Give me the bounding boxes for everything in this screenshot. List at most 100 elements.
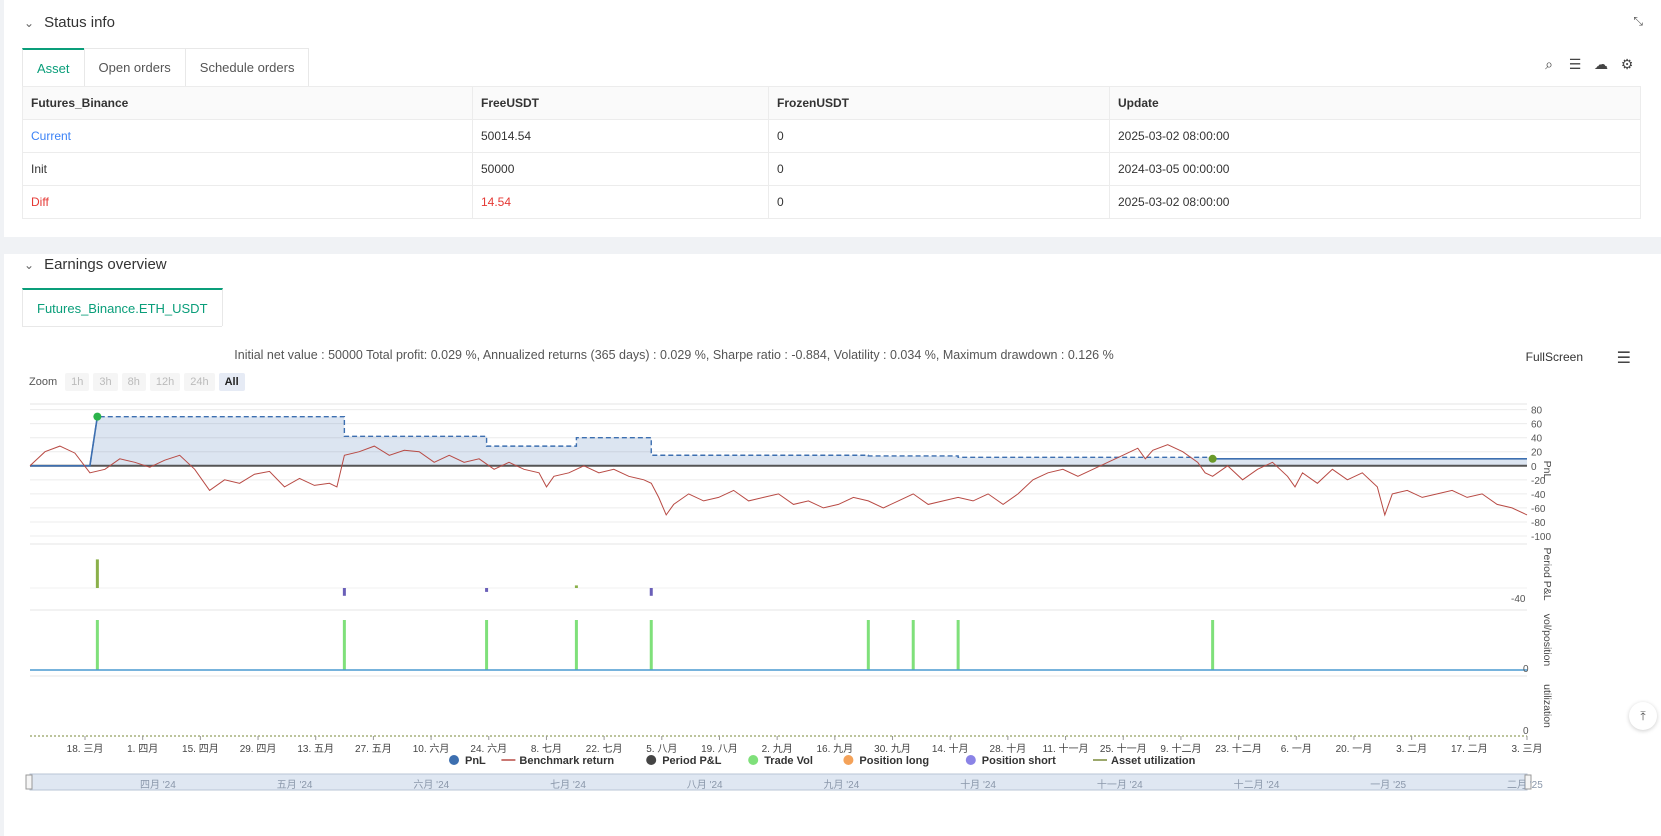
cell: 50014.54 xyxy=(472,119,769,153)
table-row: Init 50000 0 2024-03-05 00:00:00 xyxy=(22,152,1641,186)
trade-vol-bar xyxy=(485,620,489,670)
tab-schedule-orders[interactable]: Schedule orders xyxy=(184,48,310,86)
status-header[interactable]: ⌄ Status info xyxy=(24,14,115,31)
table-row: Current 50014.54 0 2025-03-02 08:00:00 xyxy=(22,119,1641,153)
cell: 2024-03-05 00:00:00 xyxy=(1109,152,1641,186)
legend-item[interactable]: Position short xyxy=(982,755,1056,767)
trade-marker xyxy=(93,412,102,421)
cell: 0 xyxy=(768,185,1110,219)
table-row: Diff 14.54 0 2025-03-02 08:00:00 xyxy=(22,185,1641,219)
x-tick-label: 3. 二月 xyxy=(1396,743,1427,755)
legend-item[interactable]: Position long xyxy=(859,755,929,767)
trade-vol-bar xyxy=(956,620,960,670)
row-label-current[interactable]: Current xyxy=(22,119,473,153)
legend-item[interactable]: Trade Vol xyxy=(764,755,813,767)
chevron-down-icon[interactable]: ⌄ xyxy=(24,16,34,30)
legend-item[interactable]: Period P&L xyxy=(662,755,722,767)
asset-table: Futures_Binance FreeUSDT FrozenUSDT Upda… xyxy=(22,86,1641,219)
navigator-tick: 四月 '24 xyxy=(140,779,176,791)
util-y-tick: 0 xyxy=(1523,726,1529,737)
y-tick-label: -80 xyxy=(1531,518,1546,529)
x-tick-label: 15. 四月 xyxy=(182,743,219,755)
x-tick-label: 25. 十一月 xyxy=(1100,742,1147,755)
period-pnl-bar xyxy=(342,588,346,596)
row-label-init: Init xyxy=(22,152,473,186)
x-tick-label: 24. 六月 xyxy=(470,743,507,755)
x-tick-label: 18. 三月 xyxy=(67,743,104,755)
x-tick-label: 17. 二月 xyxy=(1451,743,1488,755)
legend-symbol xyxy=(748,755,759,765)
cell: 0 xyxy=(768,119,1110,153)
vol-y-tick: 0 xyxy=(1523,664,1529,675)
x-tick-label: 9. 十二月 xyxy=(1160,742,1201,755)
legend-symbol xyxy=(965,755,976,765)
earnings-panel: ⌄ Earnings overview Futures_Binance.ETH_… xyxy=(4,254,1661,836)
x-tick-label: 22. 七月 xyxy=(586,743,623,755)
legend-symbol xyxy=(449,755,459,765)
navigator-tick: 五月 '24 xyxy=(277,779,313,791)
x-tick-label: 2. 九月 xyxy=(762,743,793,755)
navigator-handle-left xyxy=(25,774,33,790)
y-tick-label: 20 xyxy=(1531,448,1543,459)
cell: 50000 xyxy=(472,152,769,186)
x-tick-label: 11. 十一月 xyxy=(1043,742,1089,755)
cell: 2025-03-02 08:00:00 xyxy=(1109,185,1641,219)
y-tick-label: -60 xyxy=(1531,504,1546,515)
gear-icon[interactable]: ⚙ xyxy=(1619,56,1635,72)
x-tick-label: 5. 八月 xyxy=(646,743,677,755)
legend-symbol xyxy=(843,755,854,765)
navigator-tick: 七月 '24 xyxy=(550,779,586,791)
trade-vol-bar xyxy=(1211,620,1215,670)
period-pnl-bar xyxy=(95,559,99,588)
period-pnl-bar xyxy=(649,588,653,596)
x-tick-label: 13. 五月 xyxy=(297,743,334,755)
legend-item[interactable]: PnL xyxy=(465,755,486,767)
col-header: Futures_Binance xyxy=(22,86,473,120)
x-tick-label: 19. 八月 xyxy=(701,743,738,755)
trade-vol-bar xyxy=(342,620,346,670)
x-tick-label: 1. 四月 xyxy=(127,743,158,755)
expand-icon[interactable]: ⤡ xyxy=(1633,14,1643,29)
y-tick-label: 40 xyxy=(1531,434,1543,445)
x-tick-label: 20. 一月 xyxy=(1336,743,1373,755)
cell: 14.54 xyxy=(472,185,769,219)
navigator-tick: 九月 '24 xyxy=(824,779,860,791)
navigator-tick: 十二月 '24 xyxy=(1234,778,1280,791)
x-tick-label: 6. 一月 xyxy=(1281,743,1312,755)
navigator-tick: 八月 '24 xyxy=(687,779,723,791)
list-icon[interactable]: ☰ xyxy=(1567,56,1583,72)
trade-vol-bar xyxy=(95,620,99,670)
y-tick-label: -40 xyxy=(1531,490,1546,501)
x-tick-label: 16. 九月 xyxy=(816,743,853,755)
navigator-tick: 一月 '25 xyxy=(1370,779,1406,791)
trade-marker xyxy=(1208,454,1217,463)
y-axis-title: utilization xyxy=(1541,684,1553,728)
search-icon[interactable]: ⌕ xyxy=(1541,56,1557,72)
legend-symbol xyxy=(646,755,657,765)
y-tick-label: -100 xyxy=(1531,532,1551,543)
earnings-chart: 806040200-20-40-60-80-100PnLPeriod P&Lvo… xyxy=(25,403,1553,791)
cell: 2025-03-02 08:00:00 xyxy=(1109,119,1641,153)
y-tick-label: 60 xyxy=(1531,420,1543,431)
trade-vol-bar xyxy=(649,620,653,670)
y-tick-label: 0 xyxy=(1531,462,1537,473)
cloud-download-icon[interactable]: ☁ xyxy=(1593,56,1609,72)
y-axis-title: vol/position xyxy=(1541,614,1553,667)
legend-item[interactable]: Asset utilization xyxy=(1111,755,1196,767)
trade-vol-bar xyxy=(911,620,915,670)
trade-vol-bar xyxy=(574,620,578,670)
x-tick-label: 23. 十二月 xyxy=(1215,742,1262,755)
x-tick-label: 27. 五月 xyxy=(355,743,392,755)
x-tick-label: 28. 十月 xyxy=(990,742,1027,755)
x-tick-label: 14. 十月 xyxy=(932,742,969,755)
tab-asset[interactable]: Asset xyxy=(22,48,85,86)
y-tick-label: 80 xyxy=(1531,406,1543,417)
cell: 0 xyxy=(768,152,1110,186)
navigator-tick: 十一月 '24 xyxy=(1097,778,1143,791)
y-axis-title: Period P&L xyxy=(1541,547,1553,600)
legend-item[interactable]: Benchmark return xyxy=(519,755,614,767)
y-axis-title: PnL xyxy=(1541,461,1553,480)
col-header: FreeUSDT xyxy=(472,86,769,120)
tab-open-orders[interactable]: Open orders xyxy=(83,48,186,86)
x-tick-label: 29. 四月 xyxy=(240,743,277,755)
